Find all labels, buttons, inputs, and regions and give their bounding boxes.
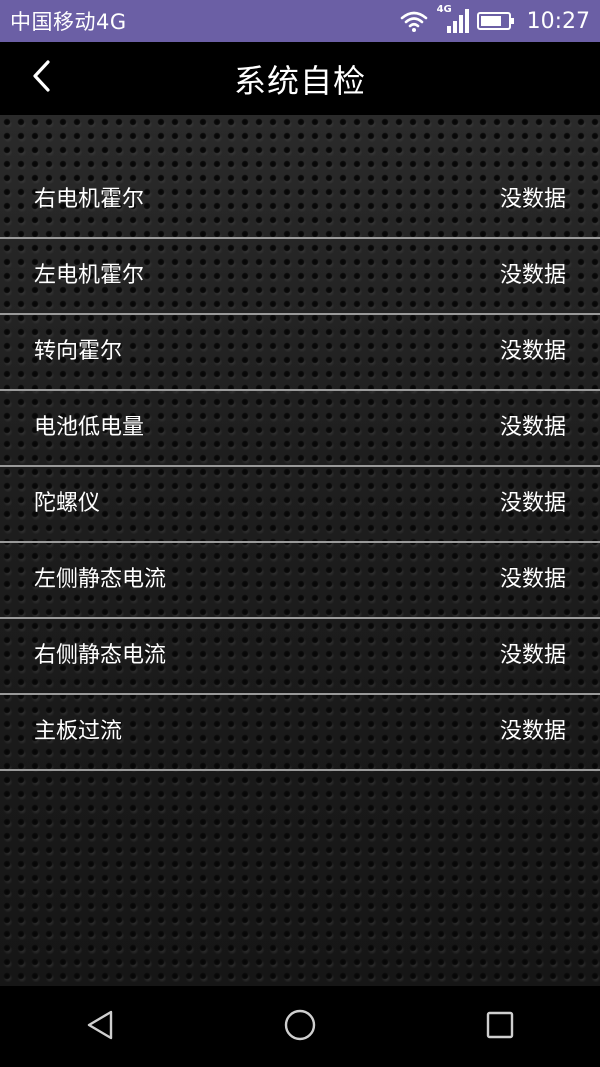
check-list: 右电机霍尔 没数据 左电机霍尔 没数据 转向霍尔 没数据 电池低电量 没数据 陀… <box>0 163 600 771</box>
check-row-gyroscope[interactable]: 陀螺仪 没数据 <box>0 467 600 543</box>
check-name: 左侧静态电流 <box>34 567 167 592</box>
system-nav-bar <box>0 986 600 1067</box>
check-status: 没数据 <box>499 491 566 516</box>
nav-home-button[interactable] <box>260 997 340 1057</box>
check-name: 电池低电量 <box>34 415 145 440</box>
check-name: 陀螺仪 <box>34 491 101 516</box>
check-row-mainboard-overcurrent[interactable]: 主板过流 没数据 <box>0 695 600 771</box>
chevron-left-icon <box>31 59 53 97</box>
back-button[interactable] <box>18 54 66 102</box>
check-status: 没数据 <box>499 567 566 592</box>
clock: 10:27 <box>526 8 590 34</box>
check-name: 左电机霍尔 <box>34 263 145 288</box>
check-status: 没数据 <box>499 719 566 744</box>
battery-icon <box>476 11 515 31</box>
carrier-label: 中国移动4G <box>10 10 127 34</box>
app-screen: 中国移动4G 4G 10:27 系统自检 右电机霍尔 没数据 左电机霍尔 没数据… <box>0 0 600 1067</box>
check-row-battery-low[interactable]: 电池低电量 没数据 <box>0 391 600 467</box>
check-row-right-motor-hall[interactable]: 右电机霍尔 没数据 <box>0 163 600 239</box>
wifi-icon <box>399 9 429 33</box>
signal-icon: 4G <box>437 4 469 35</box>
check-status: 没数据 <box>499 643 566 668</box>
page-title: 系统自检 <box>233 61 366 100</box>
check-row-right-static-current[interactable]: 右侧静态电流 没数据 <box>0 619 600 695</box>
back-triangle-icon <box>85 1009 115 1045</box>
check-status: 没数据 <box>499 339 566 364</box>
self-check-panel: 右电机霍尔 没数据 左电机霍尔 没数据 转向霍尔 没数据 电池低电量 没数据 陀… <box>0 115 600 986</box>
check-name: 转向霍尔 <box>34 339 123 364</box>
check-name: 右电机霍尔 <box>34 187 145 212</box>
check-status: 没数据 <box>499 415 566 440</box>
check-name: 右侧静态电流 <box>34 643 167 668</box>
check-row-left-static-current[interactable]: 左侧静态电流 没数据 <box>0 543 600 619</box>
check-name: 主板过流 <box>34 719 123 744</box>
check-status: 没数据 <box>499 263 566 288</box>
check-row-steering-hall[interactable]: 转向霍尔 没数据 <box>0 315 600 391</box>
status-icons: 4G 10:27 <box>399 4 590 35</box>
recents-square-icon <box>485 1010 515 1044</box>
status-bar: 中国移动4G 4G 10:27 <box>0 0 600 42</box>
check-row-left-motor-hall[interactable]: 左电机霍尔 没数据 <box>0 239 600 315</box>
home-circle-icon <box>283 1008 317 1046</box>
nav-back-button[interactable] <box>60 997 140 1057</box>
nav-recents-button[interactable] <box>460 997 540 1057</box>
title-bar: 系统自检 <box>0 42 600 115</box>
check-status: 没数据 <box>499 187 566 212</box>
